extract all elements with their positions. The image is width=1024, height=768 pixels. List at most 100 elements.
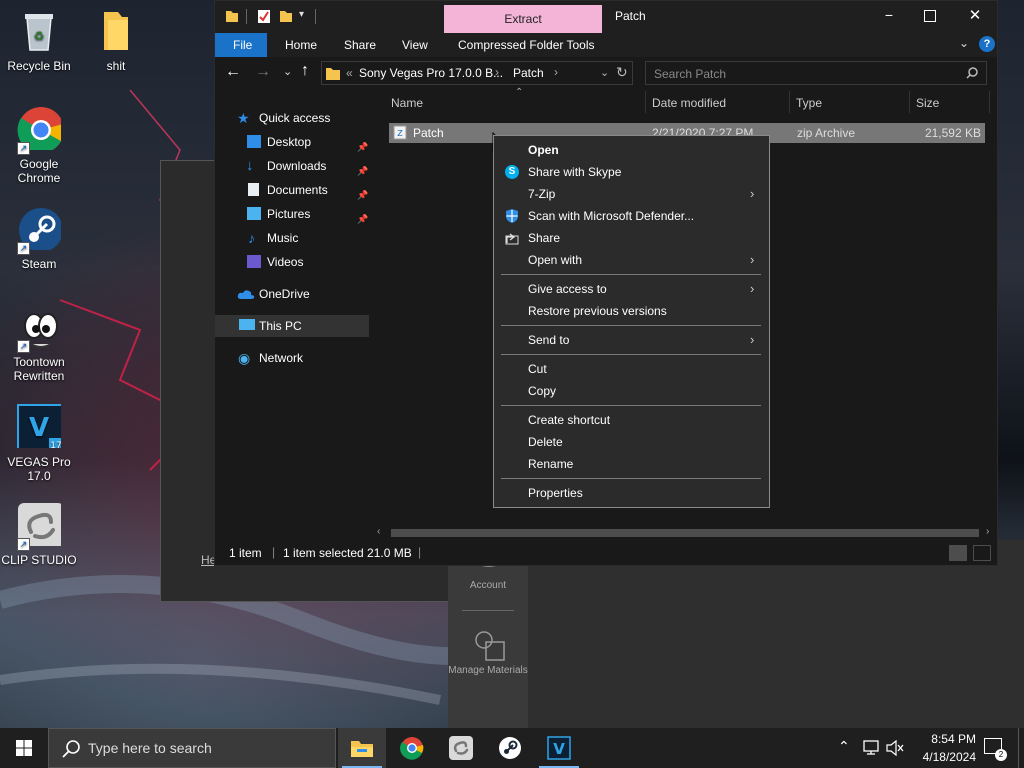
tab-view[interactable]: View [402,38,428,52]
sidebar-item-documents[interactable]: Documents 📌 [215,179,369,201]
menu-item-7zip[interactable]: 7-Zip › [494,183,769,205]
taskbar-chrome[interactable] [388,728,436,768]
taskbar-file-explorer[interactable] [338,728,386,768]
menu-item-properties[interactable]: Properties [494,482,769,504]
horizontal-scrollbar[interactable]: ‹ › [375,525,997,541]
show-hidden-icons-button[interactable]: ⌃ [838,738,850,755]
videos-icon [247,255,261,268]
tab-share[interactable]: Share [344,38,376,52]
network-icon[interactable] [862,740,880,756]
sidebar-item-onedrive[interactable]: OneDrive [215,283,369,305]
file-tab[interactable]: File [215,33,267,57]
large-icons-view-button[interactable] [973,545,991,561]
sidebar-item-desktop[interactable]: Desktop 📌 [215,131,369,153]
column-header-type[interactable]: Type [796,96,822,110]
help-icon[interactable]: ? [979,36,995,52]
toolbar-divider [315,9,316,24]
sidebar-item-quick-access[interactable]: ★ Quick access [215,107,369,129]
computer-icon [239,319,255,330]
menu-item-copy[interactable]: Copy [494,380,769,402]
address-bar[interactable]: « Sony Vegas Pro 17.0.0 B... › Patch › ⌄… [321,61,633,85]
sidebar-item-videos[interactable]: Videos [215,251,369,273]
sidebar-item-network[interactable]: ◉ Network [215,347,369,369]
up-button[interactable]: ↑ [301,62,309,80]
scroll-left-icon[interactable]: ‹ [377,526,380,537]
scroll-right-icon[interactable]: › [986,526,989,537]
desktop-icon-folder[interactable]: shit [78,8,154,73]
breadcrumb-item-current[interactable]: Patch [513,66,544,80]
tab-home[interactable]: Home [285,38,317,52]
volume-muted-icon[interactable] [886,740,904,756]
menu-item-share[interactable]: Share [494,227,769,249]
desktop-icon-chrome[interactable]: ↗ Google Chrome [1,106,77,185]
desktop-icon-clip-studio[interactable]: ↗ CLIP STUDIO [1,502,77,567]
column-header-date[interactable]: Date modified [652,96,726,110]
taskbar-vegas[interactable]: V [535,728,583,768]
breadcrumb-chevron-icon[interactable]: › [554,65,558,79]
sidebar-item-downloads[interactable]: ↓ Downloads 📌 [215,155,369,177]
desktop-icon-label: Steam [21,257,57,271]
recent-locations-button[interactable]: ⌄ [283,65,292,78]
menu-item-open-with[interactable]: Open with › [494,249,769,271]
show-desktop-button[interactable] [1018,728,1019,768]
column-divider[interactable] [789,91,790,113]
menu-item-scan-defender[interactable]: Scan with Microsoft Defender... [494,205,769,227]
breadcrumb-overflow[interactable]: « [346,66,353,80]
menu-item-cut[interactable]: Cut [494,358,769,380]
menu-item-label: Delete [528,435,563,449]
start-button[interactable] [0,728,48,768]
breadcrumb-item-parent[interactable]: Sony Vegas Pro 17.0.0 B... [359,66,503,80]
expand-ribbon-icon[interactable]: ⌄ [959,36,969,50]
menu-item-restore-previous-versions[interactable]: Restore previous versions [494,300,769,322]
scrollbar-thumb[interactable] [391,529,979,537]
account-label[interactable]: Account [448,580,528,591]
menu-item-create-shortcut[interactable]: Create shortcut [494,409,769,431]
close-button[interactable]: ✕ [965,6,985,24]
minimize-button[interactable]: − [879,7,899,23]
menu-item-delete[interactable]: Delete [494,431,769,453]
extract-tab[interactable]: Extract [444,5,602,33]
back-button[interactable]: ← [225,63,241,81]
search-box[interactable]: Search Patch [645,61,987,85]
tab-compressed-folder-tools[interactable]: Compressed Folder Tools [458,38,595,52]
column-divider[interactable] [909,91,910,113]
forward-button[interactable]: → [255,63,271,81]
new-folder-icon[interactable] [279,9,293,23]
address-dropdown-icon[interactable]: ⌄ [600,66,609,79]
details-view-button[interactable] [949,545,967,561]
sidebar-item-music[interactable]: ♪ Music [215,227,369,249]
navigation-pane: ★ Quick access Desktop 📌 ↓ Downloads 📌 D… [215,91,369,541]
maximize-button[interactable] [924,10,936,22]
desktop-icon-recycle-bin[interactable]: ♻ Recycle Bin [1,8,77,73]
menu-item-send-to[interactable]: Send to › [494,329,769,351]
properties-icon[interactable] [257,9,271,24]
breadcrumb-chevron-icon[interactable]: › [495,65,499,79]
desktop-icon-steam[interactable]: ↗ Steam [1,206,77,271]
shortcut-arrow-icon: ↗ [17,538,30,551]
sidebar-item-this-pc[interactable]: This PC [215,315,369,337]
column-header-size[interactable]: Size [916,96,939,110]
menu-item-open[interactable]: Open [494,139,769,161]
menu-item-share-with-skype[interactable]: S Share with Skype [494,161,769,183]
system-clock[interactable]: 8:54 PM 4/18/2024 [906,730,976,766]
customize-toolbar-icon[interactable]: ▾ [299,9,304,20]
manage-materials-label[interactable]: Manage Materials [448,664,528,678]
menu-item-give-access[interactable]: Give access to › [494,278,769,300]
column-divider[interactable] [645,91,646,113]
column-header-name[interactable]: Name [391,96,423,110]
taskbar-search-input[interactable]: Type here to search [88,740,212,756]
desktop-icon-toontown[interactable]: ↗ Toontown Rewritten [1,304,77,383]
taskbar-clip-studio[interactable] [437,728,485,768]
menu-item-rename[interactable]: Rename [494,453,769,475]
taskbar-search-box[interactable]: Type here to search [48,728,336,768]
taskbar-steam[interactable] [486,728,534,768]
search-input[interactable]: Search Patch [654,67,726,81]
shapes-icon [475,631,505,661]
status-bar: 1 item | 1 item selected 21.0 MB | [215,541,997,565]
notification-center-icon[interactable]: 2 [984,738,1007,761]
refresh-icon[interactable]: ↻ [616,64,628,81]
sidebar-item-pictures[interactable]: Pictures 📌 [215,203,369,225]
star-icon: ★ [237,110,250,126]
desktop-icon-vegas[interactable]: V 17 VEGAS Pro 17.0 [1,404,77,483]
column-divider[interactable] [989,91,990,113]
